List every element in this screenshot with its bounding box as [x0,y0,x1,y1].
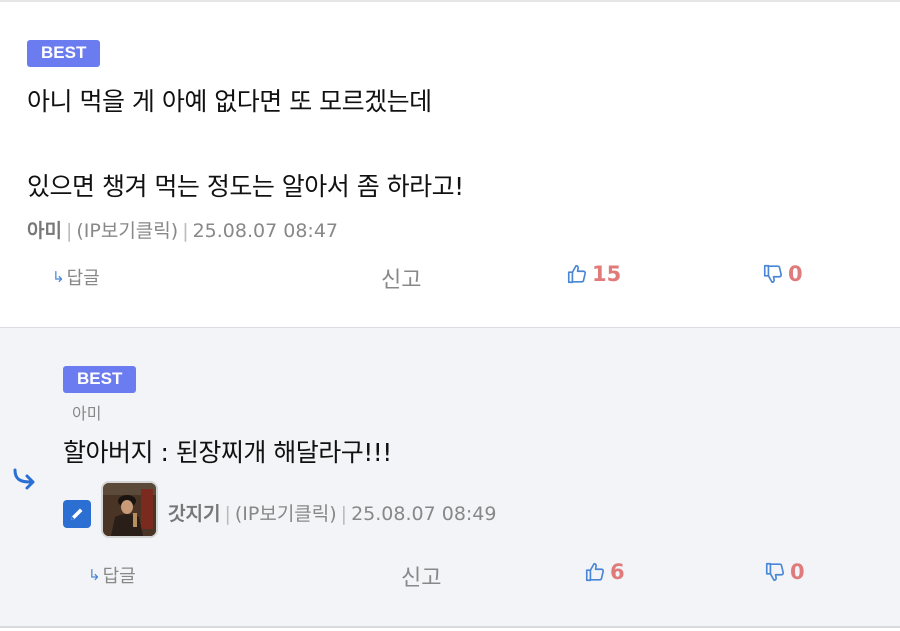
best-badge: BEST [63,366,137,393]
pencil-icon [63,500,91,528]
comment-actions: ↳ 답글 신고 15 0 [0,262,900,294]
best-comment: BEST 아니 먹을 게 아예 없다면 또 모르겠는데 있으면 챙겨 먹는 정도… [0,2,900,327]
dislike-button[interactable]: 0 [764,560,805,584]
bottom-divider [0,626,900,628]
dislike-count: 0 [790,560,805,584]
like-count: 6 [610,560,625,584]
avatar[interactable] [101,481,158,538]
reply-arrow-icon: ↳ [52,268,65,286]
comment-meta: 아미 | (IP보기클릭) | 25.08.07 08:47 [27,220,338,242]
reply-label: 답글 [102,566,136,587]
like-button[interactable]: 15 [566,262,621,286]
comment-text-line: 아니 먹을 게 아예 없다면 또 모르겠는데 [27,87,432,116]
comment-actions: ↳ 답글 신고 6 0 [0,560,900,592]
best-reply-comment: BEST 아미 할아버지 : 된장찌개 해달라구!!! 갓지기 | (IP보기클릭)… [0,327,900,626]
thumbs-down-icon [765,562,785,582]
dislike-button[interactable]: 0 [762,262,803,286]
reply-label: 답글 [66,268,100,289]
thumbs-up-icon [585,562,605,582]
comment-date: 25.08.07 08:47 [192,220,338,242]
reply-button[interactable]: ↳ 답글 [52,264,100,290]
report-button[interactable]: 신고 [381,262,421,294]
reply-indicator-icon [13,468,35,490]
comment-date: 25.08.07 08:49 [351,503,497,525]
author-name[interactable]: 아미 [27,220,62,242]
dislike-count: 0 [788,262,803,286]
best-badge: BEST [27,40,101,67]
thumbs-down-icon [763,264,783,284]
like-button[interactable]: 6 [584,560,625,584]
author-name[interactable]: 갓지기 [168,503,220,525]
ip-link[interactable]: (IP보기클릭) [235,503,337,525]
comment-text-line: 할아버지 : 된장찌개 해달라구!!! [63,438,392,467]
comment-text-line: 있으면 챙겨 먹는 정도는 알아서 좀 하라고! [27,172,464,201]
reply-button[interactable]: ↳ 답글 [88,562,136,588]
thumbs-up-icon [567,264,587,284]
report-button[interactable]: 신고 [401,560,441,592]
comment-meta: 갓지기 | (IP보기클릭) | 25.08.07 08:49 [168,503,497,525]
reply-arrow-icon: ↳ [88,566,101,584]
like-count: 15 [592,262,622,286]
ip-link[interactable]: (IP보기클릭) [76,220,178,242]
reply-to-author: 아미 [72,404,102,423]
